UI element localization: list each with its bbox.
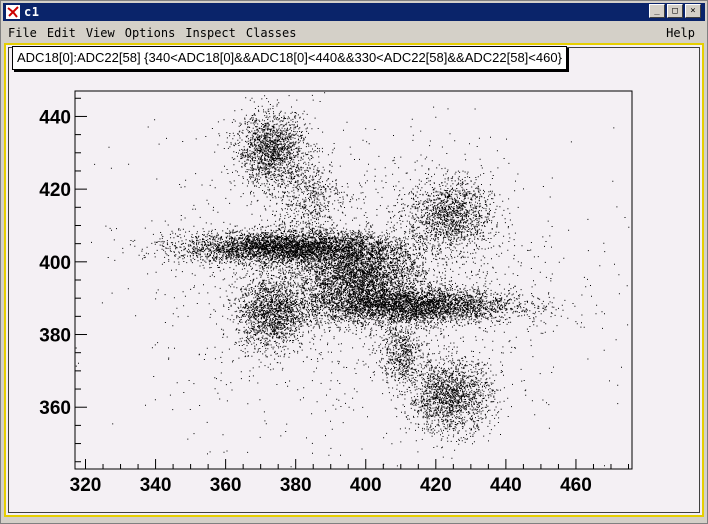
x-tick-label: 340 (140, 475, 172, 496)
data-points (75, 92, 630, 468)
y-tick-label: 360 (39, 398, 71, 419)
x-tick-label: 360 (210, 475, 242, 496)
x-tick-label: 320 (70, 475, 102, 496)
y-tick-label: 440 (39, 107, 71, 128)
y-axis: 360 380 400 420 440 (39, 97, 87, 463)
y-tick-label: 380 (39, 326, 71, 347)
scatter-plot[interactable]: 320 340 360 380 400 420 440 460 360 380 400 420 440 (0, 0, 708, 524)
y-tick-label: 420 (39, 180, 71, 201)
x-tick-label: 420 (420, 475, 452, 496)
x-tick-label: 460 (560, 475, 592, 496)
x-axis: 320 340 360 380 400 420 440 460 (70, 459, 629, 496)
x-tick-label: 380 (280, 475, 312, 496)
plot-title[interactable]: ADC18[0]:ADC22[58] {340<ADC18[0]&&ADC18[… (12, 46, 567, 70)
x-tick-label: 400 (350, 475, 382, 496)
scatter-markers (75, 92, 630, 468)
x-tick-label: 440 (490, 475, 522, 496)
y-tick-label: 400 (39, 253, 71, 274)
